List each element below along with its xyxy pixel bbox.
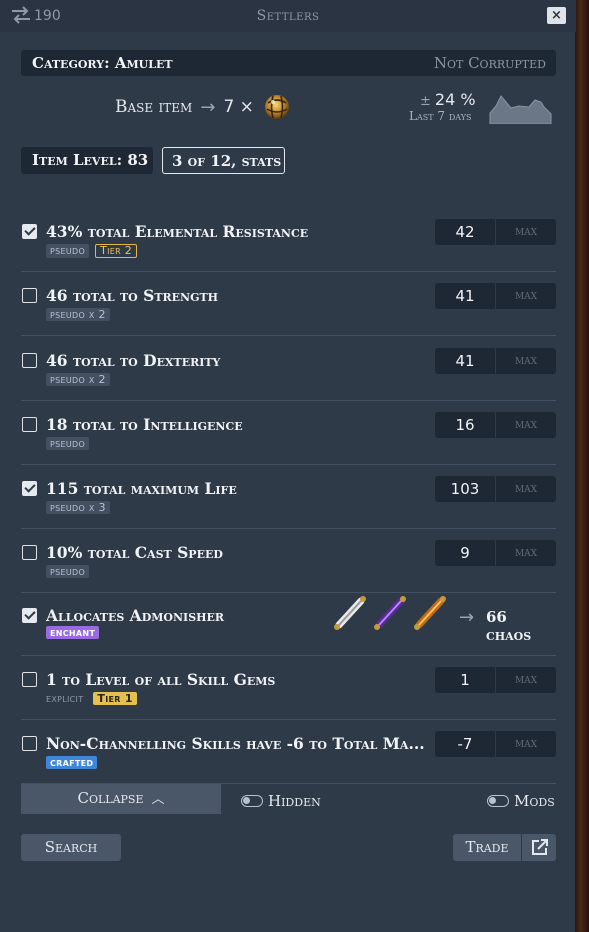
min-value-input[interactable]: 42 <box>435 219 495 245</box>
stat-row: Allocates Admonisher enchant → 66 chaos <box>21 592 556 656</box>
min-value-input[interactable]: 103 <box>435 476 495 502</box>
stat-checkbox[interactable] <box>22 736 37 751</box>
price-sparkline-chart <box>489 95 552 124</box>
pseudo-tag: pseudo <box>46 244 90 258</box>
stat-text: 46 total to Strength <box>46 286 219 305</box>
game-window-frame <box>575 0 589 932</box>
silver-scroll-icon <box>334 596 366 630</box>
trend-period: Last 7 days <box>409 109 472 123</box>
stat-checkbox[interactable] <box>22 608 37 623</box>
mods-label: Mods <box>514 792 555 810</box>
min-value-input[interactable]: 16 <box>435 412 495 438</box>
chevron-up-icon: ︿ <box>151 792 165 807</box>
stat-row: 1 to Level of all Skill Gems explicit Ti… <box>21 656 556 720</box>
stat-row: 46 total to Strength pseudo x 2 41 max <box>21 272 556 336</box>
stat-text: 10% total Cast Speed <box>46 543 223 562</box>
stat-text: 115 total maximum Life <box>46 479 237 498</box>
league-title: Settlers <box>256 8 320 24</box>
category-label: Category: Amulet <box>32 54 173 72</box>
max-value-input[interactable]: max <box>496 731 556 757</box>
orange-scroll-icon <box>414 596 446 630</box>
max-value-input[interactable]: max <box>496 476 556 502</box>
stats-filter-button[interactable]: 3 of 12, stats <box>162 147 285 174</box>
collapse-label: Collapse <box>77 789 144 807</box>
crafted-tag: crafted <box>46 756 98 769</box>
pseudo-tag: pseudo x 3 <box>46 501 110 514</box>
price-check-panel: 190 Settlers × Category: Amulet Not Corr… <box>0 0 576 932</box>
max-value-input[interactable]: max <box>496 219 556 245</box>
max-value-input[interactable]: max <box>496 348 556 374</box>
arrow-right-icon: → <box>200 96 216 118</box>
pseudo-tag: pseudo x 2 <box>46 373 110 386</box>
stat-checkbox[interactable] <box>22 353 37 368</box>
stat-row: Non-Channelling Skills have -6 to Total … <box>21 720 556 784</box>
stat-checkbox[interactable] <box>22 417 37 432</box>
min-value-input[interactable]: 41 <box>435 348 495 374</box>
tier-tag: Tier 1 <box>93 692 137 705</box>
min-value-input[interactable]: 9 <box>435 540 495 566</box>
min-value-input[interactable]: 41 <box>435 283 495 309</box>
price-trend-percent: ±24 % <box>420 90 476 109</box>
scroll-icons <box>333 593 449 631</box>
open-external-button[interactable] <box>522 834 556 861</box>
stat-checkbox[interactable] <box>22 481 37 496</box>
plus-minus-icon: ± <box>420 94 431 109</box>
base-price-count: 7 × <box>223 97 254 117</box>
pseudo-tag: pseudo x 2 <box>46 308 110 321</box>
orb-icon <box>264 95 289 119</box>
min-value-input[interactable]: -7 <box>435 731 495 757</box>
enchant-tag: enchant <box>46 626 100 639</box>
stat-row: 18 total to Intelligence pseudo 16 max <box>21 401 556 465</box>
category-bar: Category: Amulet Not Corrupted <box>21 50 556 76</box>
max-value-input[interactable]: max <box>496 667 556 693</box>
trade-button[interactable]: Trade <box>453 834 521 861</box>
search-button[interactable]: Search <box>21 834 121 861</box>
stat-checkbox[interactable] <box>22 545 37 560</box>
hidden-label: Hidden <box>268 792 321 810</box>
stat-checkbox[interactable] <box>22 672 37 687</box>
toggle-switch-icon <box>487 795 509 807</box>
stat-row: 46 total to Dexterity pseudo x 2 41 max <box>21 337 556 401</box>
stat-checkbox[interactable] <box>22 224 37 239</box>
trend-percent-value: 24 % <box>434 90 476 109</box>
base-item-label: Base item <box>115 97 193 117</box>
max-value-input[interactable]: max <box>496 283 556 309</box>
max-value-input[interactable]: max <box>496 540 556 566</box>
stat-checkbox[interactable] <box>22 288 37 303</box>
arrow-right-icon: → <box>459 607 475 628</box>
toggle-switch-icon <box>241 795 263 807</box>
item-level-badge: Item Level: 83 <box>21 147 153 174</box>
base-item-price: Base item → 7 × <box>115 92 292 122</box>
stat-row: 115 total maximum Life pseudo x 3 103 ma… <box>21 465 556 529</box>
tier-tag: Tier 2 <box>95 244 138 258</box>
pseudo-tag: pseudo <box>46 437 90 450</box>
stat-text: 43% total Elemental Resistance <box>46 222 309 241</box>
stat-row: 43% total Elemental Resistance pseudo Ti… <box>21 208 556 272</box>
mods-toggle[interactable]: Mods <box>487 792 555 810</box>
close-button[interactable]: × <box>547 7 566 24</box>
stat-row: 10% total Cast Speed pseudo 9 max <box>21 529 556 593</box>
stat-text: 18 total to Intelligence <box>46 415 243 434</box>
collapse-button[interactable]: Collapse ︿ <box>21 784 221 814</box>
min-value-input[interactable]: 1 <box>435 667 495 693</box>
hidden-toggle[interactable]: Hidden <box>241 792 321 810</box>
corruption-status: Not Corrupted <box>433 54 546 72</box>
max-value-input[interactable]: max <box>496 412 556 438</box>
stat-text: 1 to Level of all Skill Gems <box>46 670 276 689</box>
title-bar: 190 Settlers × <box>0 0 576 32</box>
stat-text: Non-Channelling Skills have -6 to Total … <box>46 734 425 753</box>
explicit-tag: explicit <box>46 692 84 705</box>
purple-scroll-icon <box>374 596 406 630</box>
stat-text: 46 total to Dexterity <box>46 351 221 370</box>
pseudo-tag: pseudo <box>46 565 90 578</box>
enchant-price: 66 chaos <box>486 608 532 644</box>
external-link-icon <box>532 839 548 855</box>
